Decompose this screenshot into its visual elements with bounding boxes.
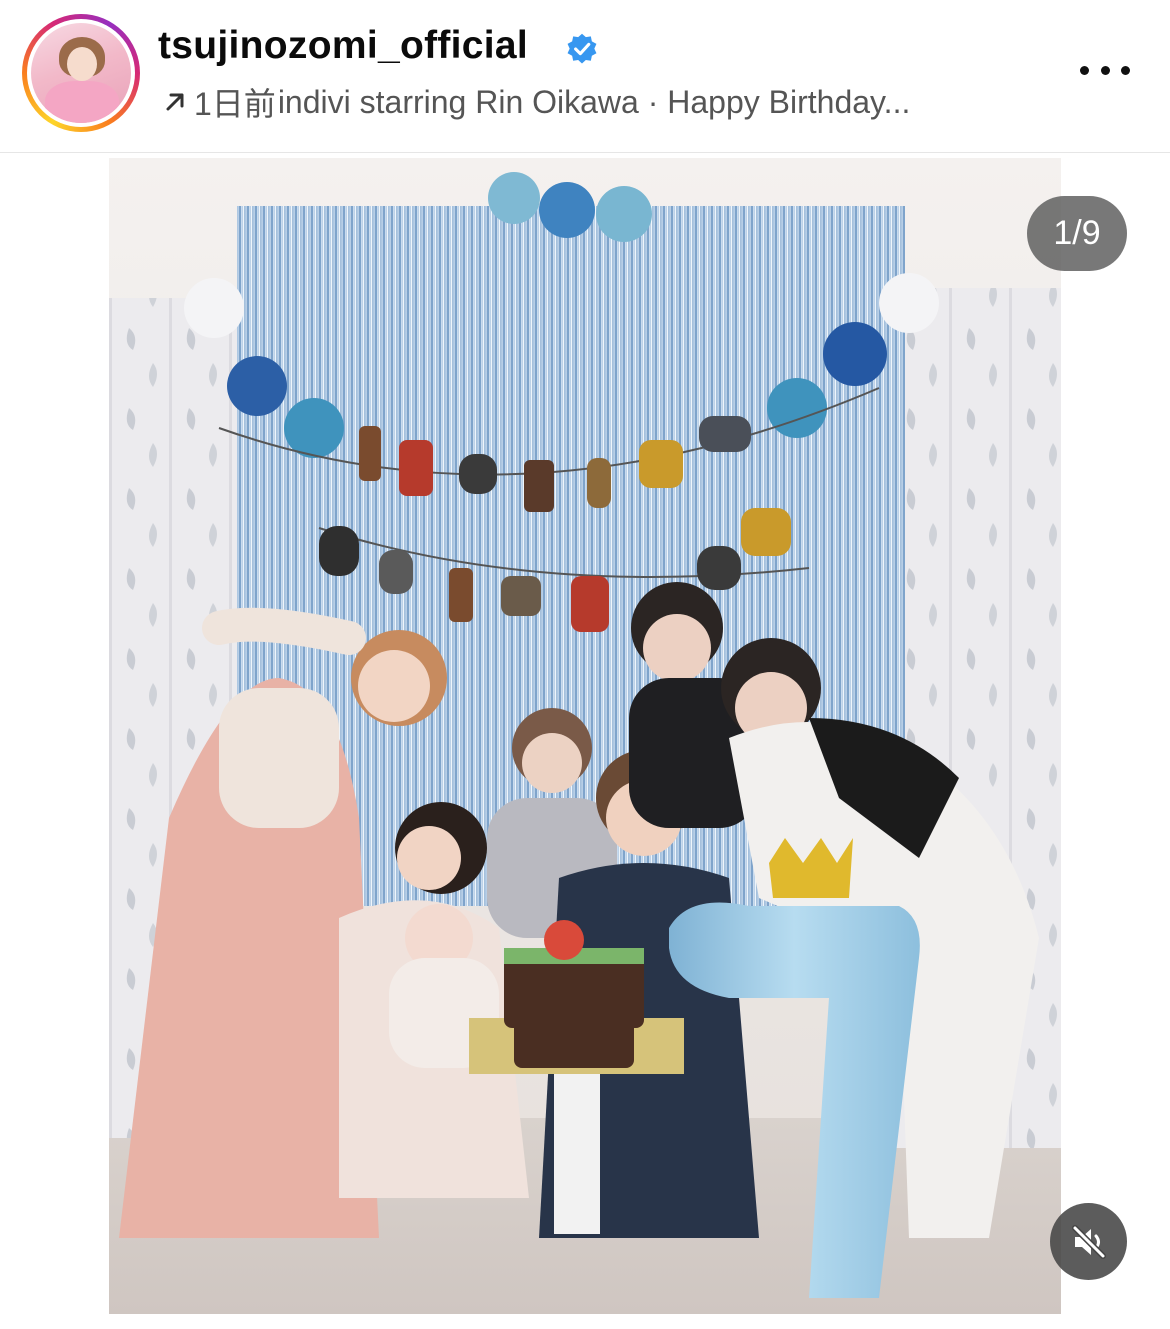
post-header: tsujinozomi_official 1日前 indivi starring… bbox=[0, 0, 1170, 153]
more-dot bbox=[1100, 65, 1110, 75]
speaker-muted-icon bbox=[1071, 1224, 1106, 1259]
verified-badge-icon bbox=[567, 33, 597, 64]
more-dot bbox=[1121, 65, 1130, 75]
more-options-icon[interactable] bbox=[1080, 58, 1130, 82]
post-timestamp: 1日前 bbox=[194, 86, 276, 122]
photo-illustration bbox=[109, 158, 1061, 1314]
story-ring[interactable] bbox=[22, 14, 140, 132]
mute-button[interactable] bbox=[1050, 1203, 1127, 1280]
post-subtitle[interactable]: 1日前 indivi starring Rin Oikawa · Happy B… bbox=[160, 84, 911, 122]
audio-credit[interactable]: indivi starring Rin Oikawa · Happy Birth… bbox=[278, 84, 911, 121]
username[interactable]: tsujinozomi_official bbox=[158, 24, 528, 68]
profile-avatar[interactable] bbox=[31, 23, 131, 123]
more-dot bbox=[1080, 65, 1089, 75]
carousel-counter: 1/9 bbox=[1027, 196, 1127, 271]
arrow-up-right-icon bbox=[166, 93, 184, 111]
avatar-clothing bbox=[45, 81, 119, 123]
post-photo[interactable] bbox=[109, 158, 1061, 1314]
avatar-face bbox=[67, 47, 97, 81]
